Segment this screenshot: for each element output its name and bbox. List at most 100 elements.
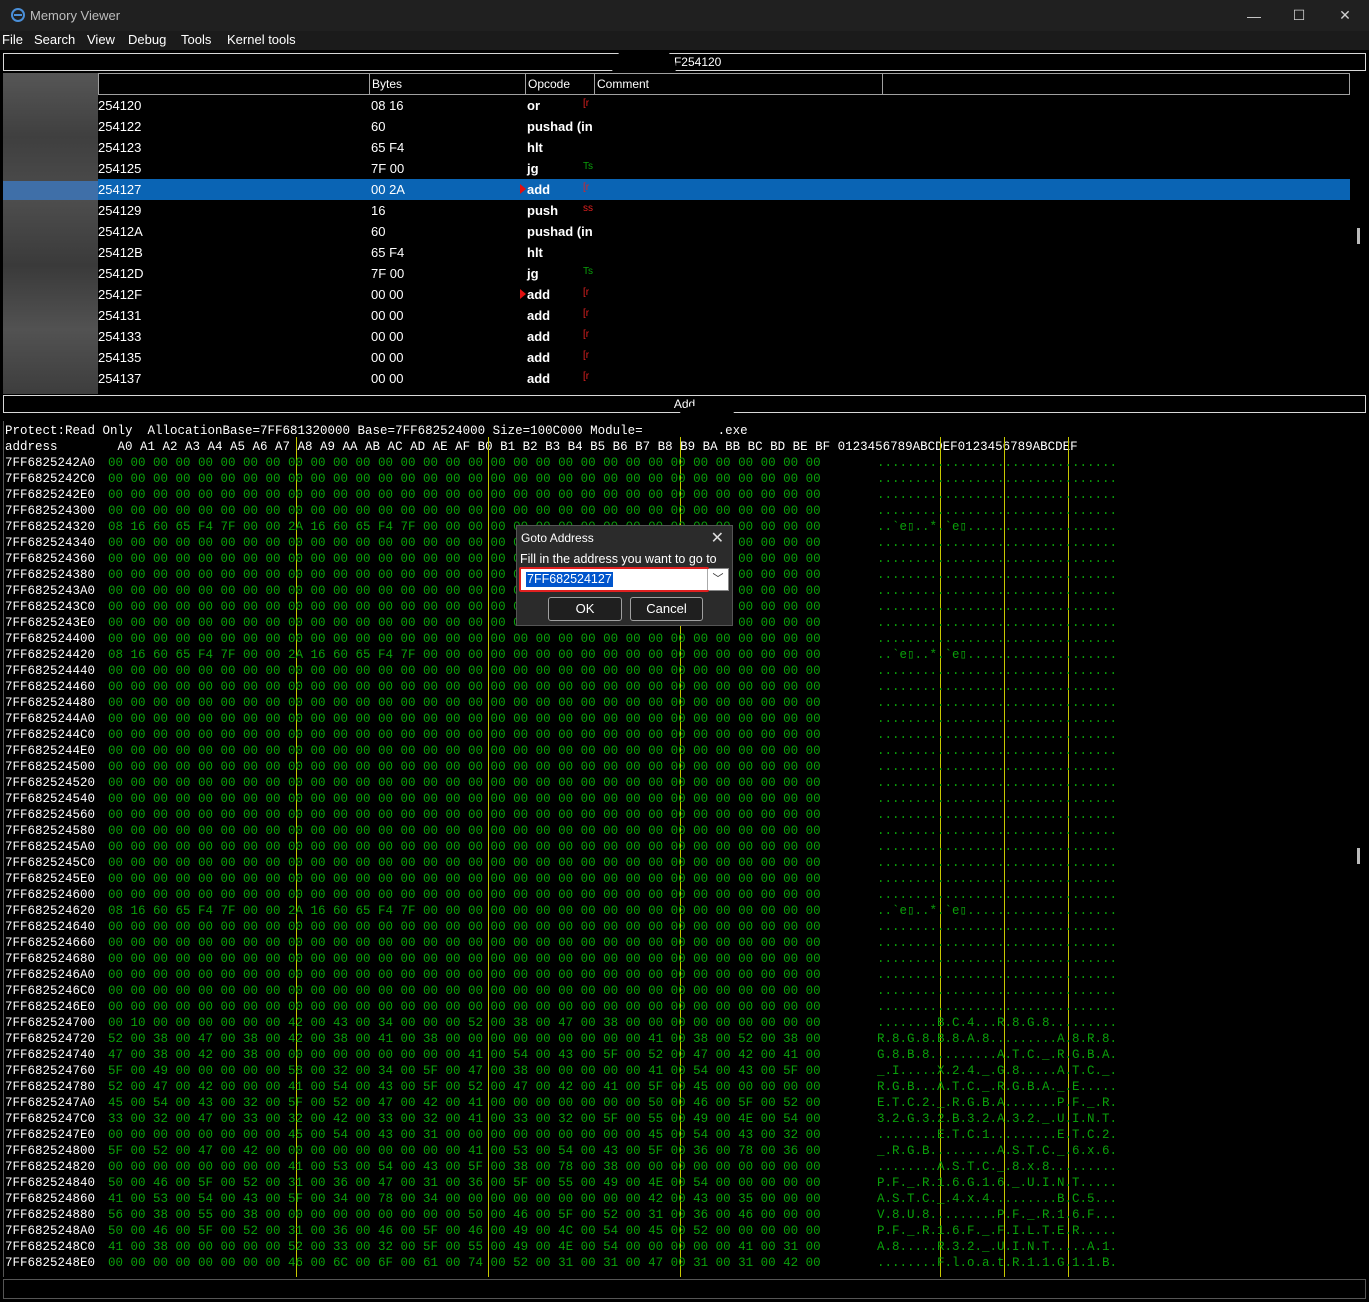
- disasm-row[interactable]: 25412A 60 pushad (in: [3, 221, 1350, 242]
- hex-row[interactable]: 7FF682524840 50 00 46 00 5F 00 52 00 31 0…: [4, 1175, 1366, 1191]
- hex-row[interactable]: 7FF682524660 00 00 00 00 00 00 00 00 00 0…: [4, 935, 1366, 951]
- disasm-row[interactable]: 254135 00 00 add [r: [3, 347, 1350, 368]
- hex-row[interactable]: 7FF682524300 00 00 00 00 00 00 00 00 00 0…: [4, 503, 1366, 519]
- maximize-button[interactable]: ☐: [1276, 0, 1322, 31]
- hex-row[interactable]: 7FF682524740 47 00 38 00 42 00 38 00 00 0…: [4, 1047, 1366, 1063]
- column-bytes[interactable]: Bytes: [369, 73, 526, 95]
- hex-row[interactable]: 7FF6825245E0 00 00 00 00 00 00 00 00 00 0…: [4, 871, 1366, 887]
- row-comment: Ts: [583, 161, 593, 172]
- address-input[interactable]: 7FF682524127: [526, 572, 613, 587]
- disasm-row[interactable]: 254137 00 00 add [r: [3, 368, 1350, 389]
- column-address[interactable]: [98, 73, 370, 95]
- dialog-close-icon[interactable]: ✕: [711, 528, 724, 548]
- hex-row[interactable]: 7FF682524780 52 00 47 00 42 00 00 00 41 0…: [4, 1079, 1366, 1095]
- hex-row[interactable]: 7FF682524860 41 00 53 00 54 00 43 00 5F 0…: [4, 1191, 1366, 1207]
- disasm-row[interactable]: 25412F 00 00 add [r: [3, 284, 1350, 305]
- address-bar[interactable]: exe+F254120: [3, 53, 1366, 71]
- hex-row[interactable]: 7FF682524720 52 00 38 00 47 00 38 00 42 0…: [4, 1031, 1366, 1047]
- disasm-row[interactable]: 254133 00 00 add [r: [3, 326, 1350, 347]
- disasm-row[interactable]: 254122 60 pushad (in: [3, 116, 1350, 137]
- hex-row[interactable]: 7FF6825242C0 00 00 00 00 00 00 00 00 00 0…: [4, 471, 1366, 487]
- hex-row[interactable]: 7FF682524540 00 00 00 00 00 00 00 00 00 0…: [4, 791, 1366, 807]
- hex-row[interactable]: 7FF6825247E0 00 00 00 00 00 00 00 00 45 0…: [4, 1127, 1366, 1143]
- hex-row[interactable]: 7FF6825244C0 00 00 00 00 00 00 00 00 00 0…: [4, 727, 1366, 743]
- hex-row[interactable]: 7FF6825245A0 00 00 00 00 00 00 00 00 00 0…: [4, 839, 1366, 855]
- hex-row[interactable]: 7FF6825242A0 00 00 00 00 00 00 00 00 00 0…: [4, 455, 1366, 471]
- ok-button[interactable]: OK: [548, 597, 622, 621]
- disasm-scrollbar[interactable]: [1357, 228, 1360, 244]
- menu-debug[interactable]: Debug: [128, 32, 166, 47]
- hex-row-ascii: ..`e▯..*.`e▯....................: [877, 904, 1118, 918]
- column-comment[interactable]: Comment: [594, 73, 883, 95]
- disasm-row[interactable]: 254129 16 push ss: [3, 200, 1350, 221]
- disasm-row[interactable]: 25412B 65 F4 hlt: [3, 242, 1350, 263]
- hex-row-address: 7FF682524660: [5, 936, 96, 950]
- hex-row-address: 7FF6825245C0: [5, 856, 96, 870]
- hex-row[interactable]: 7FF682524400 00 00 00 00 00 00 00 00 00 0…: [4, 631, 1366, 647]
- menu-file[interactable]: File: [2, 32, 23, 47]
- hex-row[interactable]: 7FF682524480 00 00 00 00 00 00 00 00 00 0…: [4, 695, 1366, 711]
- hex-row[interactable]: 7FF682524460 00 00 00 00 00 00 00 00 00 0…: [4, 679, 1366, 695]
- disasm-row[interactable]: 254120 08 16 or [r: [3, 95, 1350, 116]
- hex-row-ascii: ................................: [877, 616, 1118, 630]
- hex-row[interactable]: 7FF682524800 5F 00 52 00 47 00 42 00 00 0…: [4, 1143, 1366, 1159]
- close-button[interactable]: ✕: [1322, 0, 1368, 31]
- hex-row[interactable]: 7FF682524440 00 00 00 00 00 00 00 00 00 0…: [4, 663, 1366, 679]
- hex-row[interactable]: 7FF682524520 00 00 00 00 00 00 00 00 00 0…: [4, 775, 1366, 791]
- hex-row[interactable]: 7FF6825242E0 00 00 00 00 00 00 00 00 00 0…: [4, 487, 1366, 503]
- hex-row[interactable]: 7FF6825244E0 00 00 00 00 00 00 00 00 00 0…: [4, 743, 1366, 759]
- hex-row[interactable]: 7FF682524700 00 10 00 00 00 00 00 00 42 0…: [4, 1015, 1366, 1031]
- hex-row[interactable]: 7FF6825246E0 00 00 00 00 00 00 00 00 00 0…: [4, 999, 1366, 1015]
- disasm-row[interactable]: 254131 00 00 add [r: [3, 305, 1350, 326]
- menu-search[interactable]: Search: [34, 32, 75, 47]
- hex-row-bytes: 00 00 00 00 00 00 00 00 00 00 00 00 00 0…: [108, 808, 821, 822]
- address-combobox[interactable]: 7FF682524127 ﹀: [519, 567, 729, 592]
- hex-row[interactable]: 7FF6825248C0 41 00 38 00 00 00 00 00 52 0…: [4, 1239, 1366, 1255]
- hex-row[interactable]: 7FF6825248A0 50 00 46 00 5F 00 52 00 31 0…: [4, 1223, 1366, 1239]
- disasm-row[interactable]: 25412D 7F 00 jg Ts: [3, 263, 1350, 284]
- hex-row[interactable]: 7FF682524880 56 00 38 00 55 00 38 00 00 0…: [4, 1207, 1366, 1223]
- disassembler-view[interactable]: Bytes Opcode Comment 254120 08 16 or [r 2541…: [3, 73, 1350, 394]
- hex-row[interactable]: 7FF682524600 00 00 00 00 00 00 00 00 00 0…: [4, 887, 1366, 903]
- hex-row-ascii: R.G.B...A.T.C._.R.G.B.A._.E.....: [877, 1080, 1118, 1094]
- hex-row[interactable]: 7FF682524500 00 00 00 00 00 00 00 00 00 0…: [4, 759, 1366, 775]
- chevron-down-icon[interactable]: ﹀: [707, 569, 728, 590]
- row-bytes: 7F 00: [371, 266, 405, 281]
- hex-row[interactable]: 7FF6825247C0 33 00 32 00 47 00 33 00 32 0…: [4, 1111, 1366, 1127]
- hex-row[interactable]: 7FF6825246C0 00 00 00 00 00 00 00 00 00 0…: [4, 983, 1366, 999]
- hex-row[interactable]: 7FF682524420 08 16 60 65 F4 7F 00 00 2A 1…: [4, 647, 1366, 663]
- hex-scrollbar[interactable]: [1357, 848, 1360, 864]
- hex-row-bytes: 00 10 00 00 00 00 00 00 42 00 43 00 34 0…: [108, 1016, 821, 1030]
- hex-row[interactable]: 7FF682524820 00 00 00 00 00 00 00 00 41 0…: [4, 1159, 1366, 1175]
- hex-row[interactable]: 7FF682524580 00 00 00 00 00 00 00 00 00 0…: [4, 823, 1366, 839]
- hex-row-ascii: ................................: [877, 552, 1118, 566]
- hex-row[interactable]: 7FF682524680 00 00 00 00 00 00 00 00 00 0…: [4, 951, 1366, 967]
- row-address: 254120: [98, 98, 142, 113]
- disasm-row[interactable]: 254127 00 2A add [r: [3, 179, 1350, 200]
- menu-kernel-tools[interactable]: Kernel tools: [227, 32, 296, 47]
- column-opcode[interactable]: Opcode: [525, 73, 595, 95]
- hex-row[interactable]: 7FF682524560 00 00 00 00 00 00 00 00 00 0…: [4, 807, 1366, 823]
- hex-row[interactable]: 7FF6825244A0 00 00 00 00 00 00 00 00 00 0…: [4, 711, 1366, 727]
- hex-row-address: 7FF682524800: [5, 1144, 96, 1158]
- row-comment: [r: [583, 98, 590, 109]
- menu-tools[interactable]: Tools: [181, 32, 211, 47]
- menu-view[interactable]: View: [87, 32, 115, 47]
- disasm-row[interactable]: 254123 65 F4 hlt: [3, 137, 1350, 158]
- column-extra[interactable]: [882, 73, 1350, 95]
- row-opcode: hlt: [527, 245, 543, 260]
- disasm-row[interactable]: 254125 7F 00 jg Ts: [3, 158, 1350, 179]
- hex-row-address: 7FF6825244C0: [5, 728, 96, 742]
- hex-row[interactable]: 7FF6825248E0 00 00 00 00 00 00 00 00 46 0…: [4, 1255, 1366, 1271]
- minimize-button[interactable]: —: [1231, 0, 1277, 31]
- hex-row[interactable]: 7FF682524620 08 16 60 65 F4 7F 00 00 2A 1…: [4, 903, 1366, 919]
- breakpoint-arrow-icon: [520, 289, 526, 299]
- row-opcode: add: [527, 308, 551, 323]
- dialog-title: Goto Address: [521, 531, 594, 545]
- hex-row[interactable]: 7FF6825245C0 00 00 00 00 00 00 00 00 00 0…: [4, 855, 1366, 871]
- hex-row[interactable]: 7FF682524640 00 00 00 00 00 00 00 00 00 0…: [4, 919, 1366, 935]
- hex-row[interactable]: 7FF6825247A0 45 00 54 00 43 00 32 00 5F 0…: [4, 1095, 1366, 1111]
- hex-row[interactable]: 7FF6825246A0 00 00 00 00 00 00 00 00 00 0…: [4, 967, 1366, 983]
- hex-row[interactable]: 7FF682524760 5F 00 49 00 00 00 00 00 58 0…: [4, 1063, 1366, 1079]
- cancel-button[interactable]: Cancel: [630, 597, 703, 621]
